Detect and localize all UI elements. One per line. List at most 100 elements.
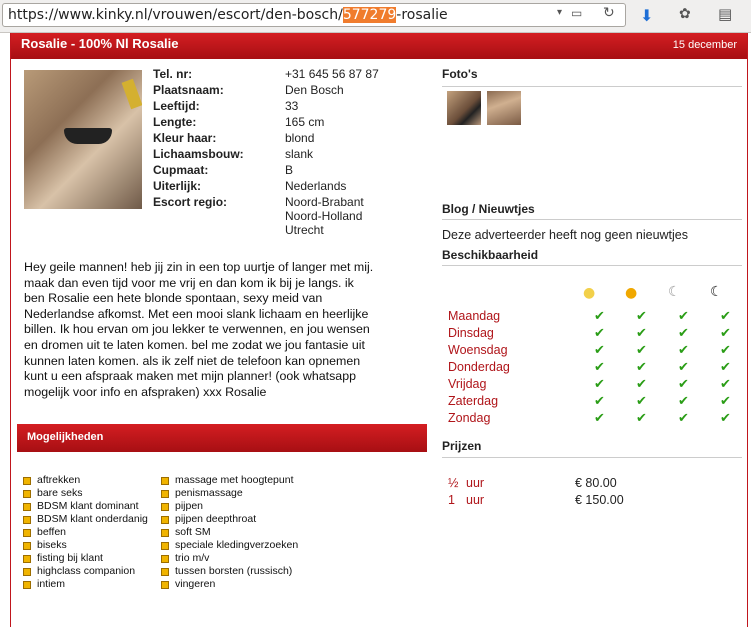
field-label: Cupmaat: [153,163,209,177]
availability-day: Zondag [448,411,491,425]
list-item: highclass companion [23,565,148,578]
availability-day: Dinsdag [448,326,494,340]
list-item: biseks [23,539,148,552]
check-icon: ✔ [636,394,647,409]
profile-photo[interactable] [24,70,142,209]
divider [442,457,742,458]
check-icon: ✔ [594,343,605,358]
list-item-label: massage met hoogtepunt [175,474,294,486]
bullet-icon [161,503,169,511]
mogelijkheden-list-2: massage met hoogtepunt penismassage pijpen… [161,474,298,591]
check-icon: ✔ [594,326,605,341]
list-item: trio m/v [161,552,298,565]
bullet-icon [161,490,169,498]
divider [442,219,742,220]
check-icon: ✔ [678,377,689,392]
check-icon: ✔ [720,411,731,426]
mogelijkheden-header: Mogelijkheden [17,424,427,452]
field-value: Nederlands [285,179,347,193]
list-item-label: penismassage [175,487,243,499]
photo-thumbnail[interactable] [487,91,521,125]
field-label: Lengte: [153,115,197,129]
list-item-label: tussen borsten (russisch) [175,565,293,577]
check-icon: ✔ [594,411,605,426]
list-item: pijpen deepthroat [161,513,298,526]
field-value: +31 645 56 87 87 [285,67,379,81]
field-value: Noord-Brabant [285,195,364,209]
price-amount: 1 [448,493,455,507]
check-icon: ✔ [636,411,647,426]
check-icon: ✔ [594,377,605,392]
download-icon[interactable]: ⬇ [640,6,653,25]
profile-date: 15 december [672,39,737,51]
list-item: bare seks [23,487,148,500]
field-label: Plaatsnaam: [153,83,224,97]
price-amount: ½ [448,476,459,490]
check-icon: ✔ [594,394,605,409]
availability-day: Zaterdag [448,394,499,408]
field-value: Noord-Holland [285,209,363,223]
list-item-label: aftrekken [37,474,81,486]
blog-text: Deze adverteerder heeft nog geen nieuwtj… [442,228,688,242]
bullet-icon [161,529,169,537]
bullet-icon [161,516,169,524]
list-item-label: pijpen [175,500,204,512]
bullet-icon [161,555,169,563]
field-value: Den Bosch [285,83,344,97]
prijzen-title: Prijzen [442,439,482,453]
list-item-label: speciale kledingverzoeken [175,539,299,551]
bullet-icon [161,542,169,550]
list-item-label: biseks [37,539,67,551]
dropdown-arrow-icon[interactable]: ▾ [557,7,562,18]
check-icon: ✔ [636,309,647,324]
profile-title: Rosalie - 100% Nl Rosalie [21,36,179,51]
check-icon: ✔ [636,326,647,341]
bullet-icon [23,568,31,576]
list-item: fisting bij klant [23,552,148,565]
list-item: massage met hoogtepunt [161,474,298,487]
list-item-label: fisting bij klant [37,552,103,564]
list-item: speciale kledingverzoeken [161,539,298,552]
check-icon: ✔ [720,394,731,409]
list-item: pijpen [161,500,298,513]
list-item: tussen borsten (russisch) [161,565,298,578]
bullet-icon [23,529,31,537]
photo-thumbnail[interactable] [447,91,481,125]
field-label: Tel. nr: [153,67,193,81]
reload-icon[interactable]: ↻ [603,5,615,21]
check-icon: ✔ [720,360,731,375]
browser-toolbar: https://www.kinky.nl/vrouwen/escort/den-… [0,0,751,33]
field-value: blond [285,131,315,145]
list-item-label: beffen [37,526,67,538]
check-icon: ✔ [720,309,731,324]
morning-sun-icon: ● [583,285,596,301]
check-icon: ✔ [678,411,689,426]
extension-icon[interactable]: ✿ [679,6,691,22]
check-icon: ✔ [678,343,689,358]
field-label: Kleur haar: [153,131,217,145]
check-icon: ✔ [594,309,605,324]
field-label: Leeftijd: [153,99,200,113]
check-icon: ✔ [678,309,689,324]
check-icon: ✔ [720,343,731,358]
check-icon: ✔ [720,377,731,392]
bullet-icon [23,477,31,485]
list-item-label: bare seks [37,487,83,499]
list-item: beffen [23,526,148,539]
list-item: aftrekken [23,474,148,487]
blog-title: Blog / Nieuwtjes [442,202,535,216]
url-bar[interactable]: https://www.kinky.nl/vrouwen/escort/den-… [2,3,626,27]
bullet-icon [161,477,169,485]
list-item-label: pijpen deepthroat [175,513,257,525]
availability-day: Vrijdag [448,377,487,391]
list-item: BDSM klant onderdanig [23,513,148,526]
clipboard-icon[interactable]: ▤ [718,5,732,23]
check-icon: ✔ [678,394,689,409]
list-item: soft SM [161,526,298,539]
price-value: € 150.00 [575,493,624,507]
reader-view-icon[interactable]: ▭ [571,6,582,20]
price-duration: 1 uur [448,493,484,507]
list-item: intiem [23,578,148,591]
check-icon: ✔ [720,326,731,341]
field-value: B [285,163,294,177]
